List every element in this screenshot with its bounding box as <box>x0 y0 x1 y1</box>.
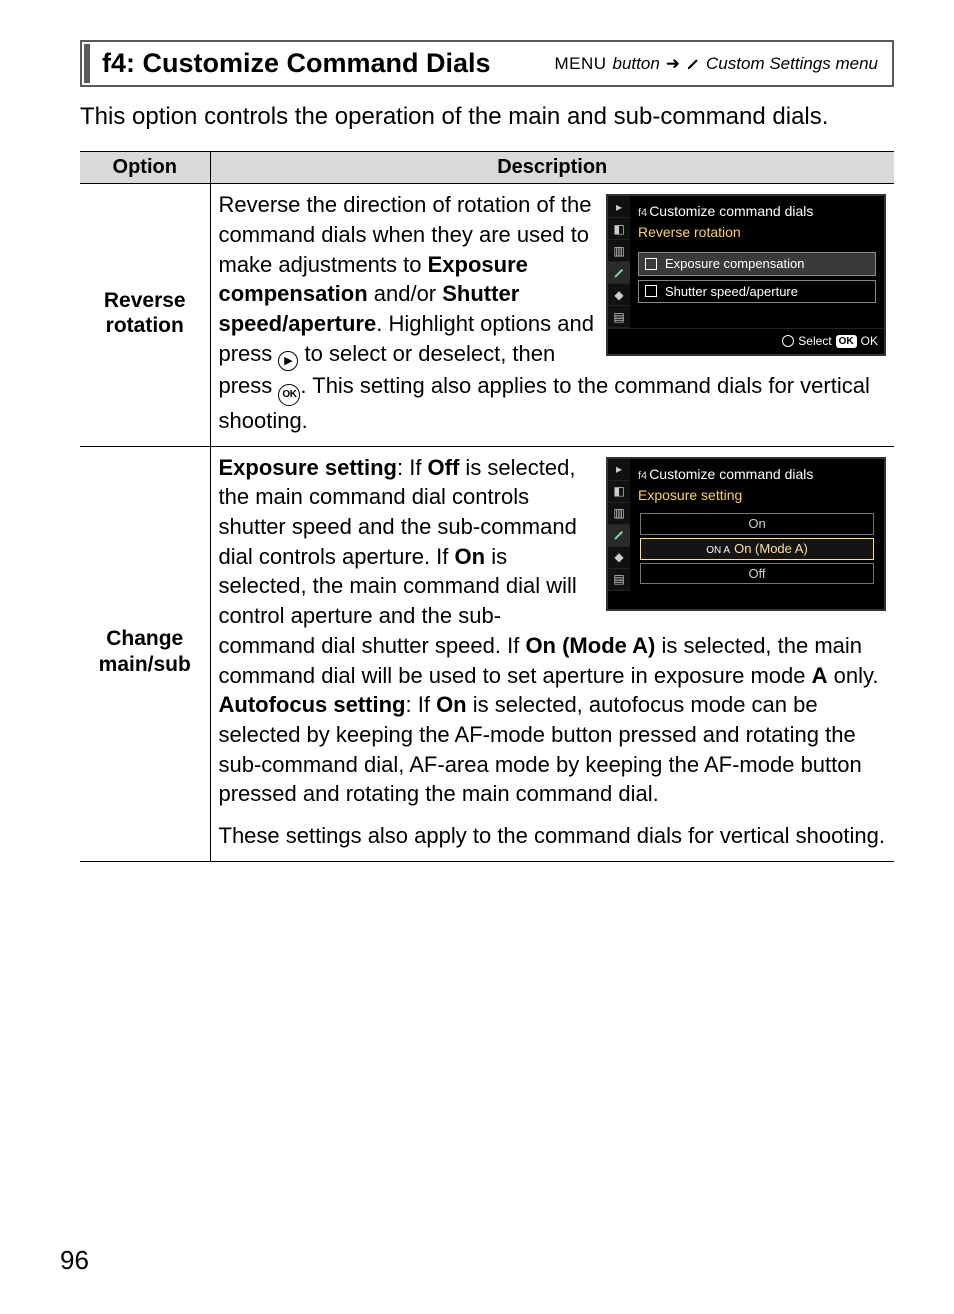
desc-bold: Off <box>428 455 460 480</box>
option-line2: main/sub <box>99 653 191 676</box>
lcd-item-label: Shutter speed/aperture <box>665 283 798 301</box>
section-heading: f4: Customize Command Dials MENU button … <box>80 40 894 87</box>
lcd-option-on: On <box>640 513 874 535</box>
lcd-footer: Select OK OK <box>608 328 884 353</box>
lcd-side-icon: ▥ <box>608 503 630 525</box>
desc-bold: On <box>436 692 467 717</box>
lcd-title: f4Customize command dials <box>636 200 878 221</box>
lcd-side-icon: ▥ <box>608 240 630 262</box>
ok-button-icon: OK <box>278 384 300 406</box>
lcd-footer-ok: OK <box>861 333 878 349</box>
desc-bold: Autofocus setting <box>219 692 406 717</box>
lcd-title-prefix: f4 <box>638 207 647 219</box>
page-number: 96 <box>60 1245 89 1276</box>
heading-title: f4: Customize Command Dials <box>102 48 491 79</box>
lcd-side-icon: ▤ <box>608 306 630 328</box>
lcd-side-icon: ◆ <box>608 284 630 306</box>
desc-text: : If <box>406 692 437 717</box>
description-cell: ▸ ◧ ▥ ◆ ▤ <box>210 184 894 446</box>
lcd-option-exposure-compensation: Exposure compensation <box>638 252 876 276</box>
lcd-side-icon: ▸ <box>608 196 630 218</box>
lcd-title-text: Customize command dials <box>649 203 813 219</box>
option-line2: rotation <box>106 314 184 337</box>
multi-selector-right-icon: ▶ <box>278 351 298 371</box>
arrow-icon: ➜ <box>666 54 680 74</box>
table-row: Reverse rotation ▸ ◧ ▥ <box>80 184 894 446</box>
ok-chip-icon: OK <box>836 335 857 349</box>
intro-paragraph: This option controls the operation of th… <box>80 101 894 133</box>
desc-text: : If <box>397 455 428 480</box>
lcd-title-text: Customize command dials <box>649 466 813 482</box>
col-header-description: Description <box>210 152 894 184</box>
option-cell-change-main-sub: Change main/sub <box>80 446 210 861</box>
lcd-side-icon: ◆ <box>608 547 630 569</box>
checkbox-icon <box>645 285 657 297</box>
lcd-option-off: Off <box>640 563 874 585</box>
menu-label: MENU <box>554 54 606 74</box>
desc-text: Reverse the direction of rotation of the… <box>219 192 592 276</box>
desc-text: . This setting also applies to the comma… <box>219 373 870 433</box>
options-table: Option Description Reverse rotation <box>80 151 894 861</box>
desc-text: and/or <box>368 281 443 306</box>
option-cell-reverse-rotation: Reverse rotation <box>80 184 210 446</box>
lcd-item-label: Exposure compensation <box>665 255 804 273</box>
lcd-subtitle: Reverse rotation <box>636 221 878 248</box>
lcd-side-icon <box>608 262 630 284</box>
checkbox-icon <box>645 258 657 270</box>
heading-breadcrumb: MENU button ➜ Custom Settings menu <box>554 54 878 74</box>
col-header-option: Option <box>80 152 210 184</box>
desc-bold: A <box>812 663 828 688</box>
button-word: button <box>613 54 660 74</box>
lcd-option-label: On (Mode A) <box>734 541 808 556</box>
lcd-subtitle: Exposure setting <box>636 484 878 511</box>
lcd-side-icon <box>608 525 630 547</box>
lcd-option-on-mode-a: ON A On (Mode A) <box>640 538 874 560</box>
lcd-title-prefix: f4 <box>638 470 647 482</box>
lcd-side-icon: ◧ <box>608 218 630 240</box>
option-line1: Reverse <box>104 289 186 312</box>
desc-text: only. <box>828 663 879 688</box>
description-cell: ▸ ◧ ▥ ◆ ▤ <box>210 446 894 861</box>
lcd-footer-select: Select <box>798 333 831 349</box>
table-row: Change main/sub ▸ ◧ ▥ <box>80 446 894 861</box>
dpad-icon <box>782 335 794 347</box>
lcd-exposure-setting: ▸ ◧ ▥ ◆ ▤ <box>606 457 886 611</box>
desc-bold: On (Mode A) <box>525 633 655 658</box>
breadcrumb-suffix: Custom Settings menu <box>706 54 878 74</box>
desc-bold: Exposure setting <box>219 455 397 480</box>
lcd-side-icon: ◧ <box>608 481 630 503</box>
lcd-side-icon: ▤ <box>608 569 630 591</box>
lcd-option-prefix: ON A <box>706 545 730 556</box>
lcd-reverse-rotation: ▸ ◧ ▥ ◆ ▤ <box>606 194 886 355</box>
lcd-side-icon: ▸ <box>608 459 630 481</box>
option-line1: Change <box>106 627 183 650</box>
lcd-title: f4Customize command dials <box>636 463 878 484</box>
desc-bold: On <box>455 544 486 569</box>
desc-text: These settings also apply to the command… <box>219 821 887 851</box>
lcd-option-shutter-speed-aperture: Shutter speed/aperture <box>638 280 876 304</box>
pencil-icon <box>686 57 700 71</box>
